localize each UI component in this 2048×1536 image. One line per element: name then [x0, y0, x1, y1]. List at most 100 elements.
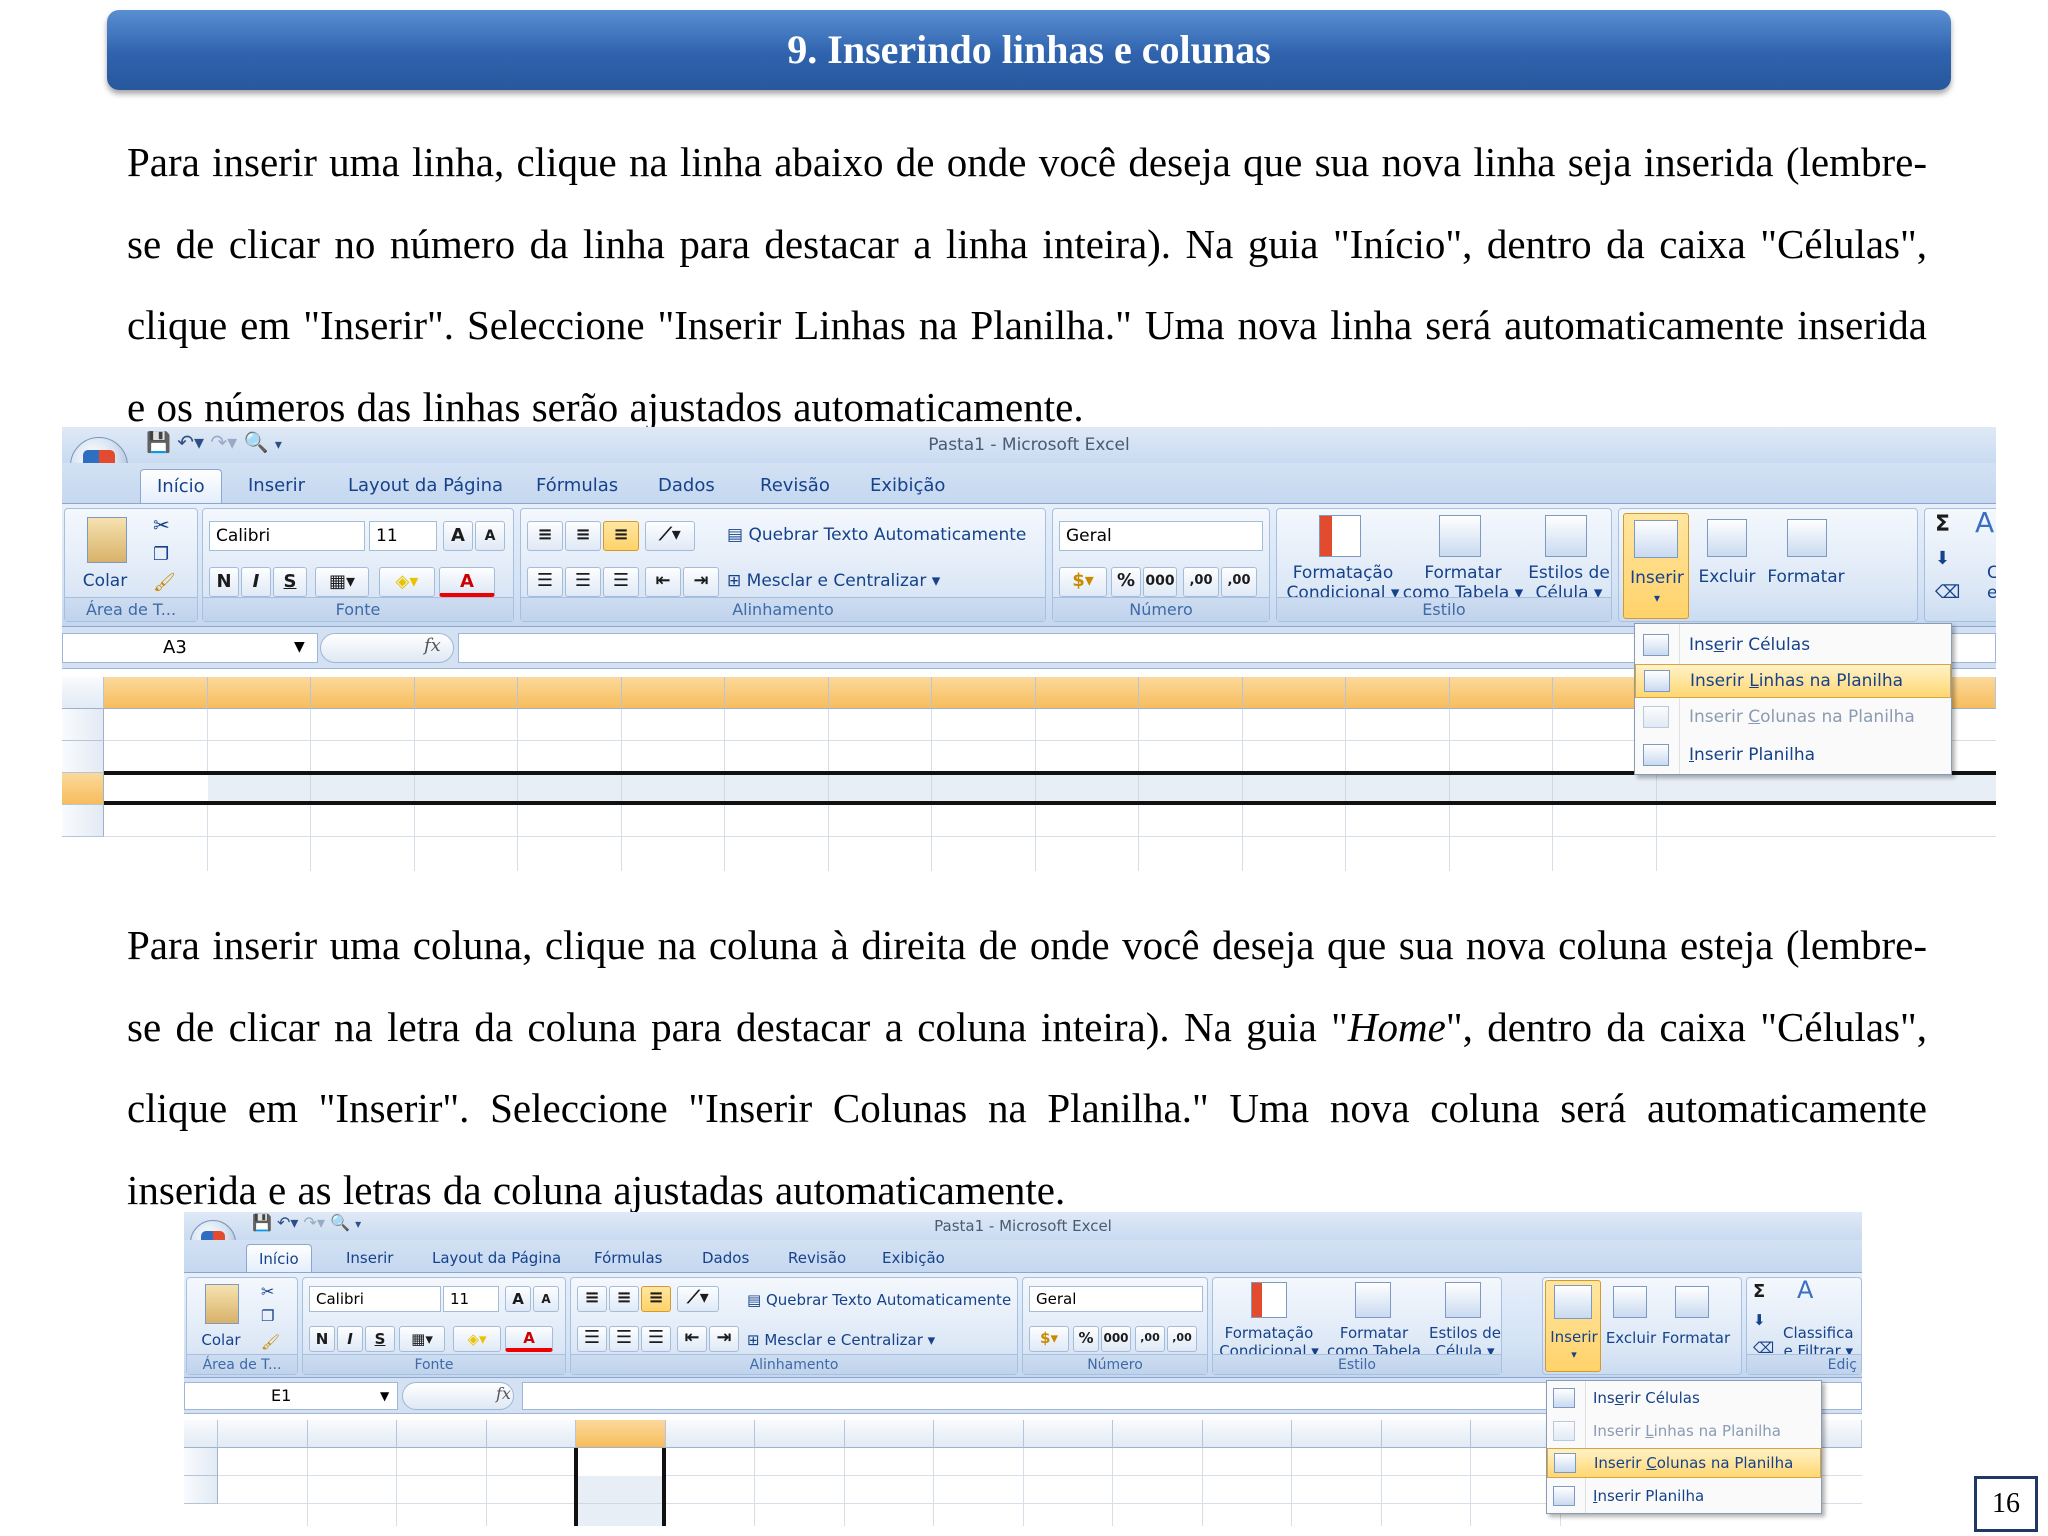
column-header-h[interactable]: [828, 677, 932, 709]
undo-icon[interactable]: ↶▾: [177, 430, 204, 454]
column-header-i[interactable]: [934, 1420, 1024, 1448]
decrease-decimal-button[interactable]: ,00: [1221, 567, 1257, 597]
customize-qat-icon[interactable]: ▾: [275, 437, 282, 453]
number-format-select[interactable]: Geral: [1059, 521, 1263, 551]
column-header-g[interactable]: [725, 677, 829, 709]
tab-revisao[interactable]: Revisão: [784, 1244, 850, 1272]
grow-font-button[interactable]: A: [505, 1286, 531, 1312]
fill-color-button[interactable]: ◈▾: [379, 567, 435, 597]
format-cells-icon[interactable]: [1675, 1286, 1709, 1318]
column-header-d[interactable]: [414, 677, 518, 709]
tab-exibicao[interactable]: Exibição: [878, 1244, 949, 1272]
align-center-icon[interactable]: ☰: [565, 567, 601, 597]
menu-item-insert-cells[interactable]: Inserir Células: [1635, 628, 1951, 662]
font-size-select[interactable]: 11: [443, 1286, 499, 1312]
row-header-4[interactable]: [62, 805, 104, 837]
select-all-corner[interactable]: [62, 677, 104, 709]
print-preview-icon[interactable]: 🔍: [330, 1213, 350, 1232]
paste-label[interactable]: Colar: [75, 571, 135, 591]
row-header-3[interactable]: [62, 773, 104, 805]
format-as-table-icon[interactable]: [1355, 1282, 1391, 1318]
cell-styles-icon[interactable]: [1545, 515, 1587, 557]
row-header-2[interactable]: [62, 741, 104, 773]
name-box-dropdown-icon[interactable]: ▼: [294, 637, 305, 657]
insert-button[interactable]: Inserir ▾: [1623, 513, 1689, 619]
column-header-j[interactable]: [1023, 1420, 1113, 1448]
delete-label[interactable]: Excluir: [1691, 567, 1763, 587]
currency-icon[interactable]: $▾: [1029, 1326, 1069, 1352]
name-box[interactable]: A3: [62, 633, 318, 663]
column-header-a[interactable]: [104, 677, 208, 709]
decrease-decimal-button[interactable]: ,00: [1167, 1326, 1197, 1352]
row-header-1[interactable]: [184, 1448, 218, 1476]
column-header-a[interactable]: [218, 1420, 308, 1448]
wrap-text-button[interactable]: ▤ Quebrar Texto Automaticamente: [727, 525, 1026, 545]
save-icon[interactable]: 💾: [252, 1213, 272, 1232]
borders-button[interactable]: ▦▾: [399, 1326, 445, 1352]
select-all-corner[interactable]: [184, 1420, 218, 1448]
print-preview-icon[interactable]: 🔍: [244, 430, 269, 454]
tab-exibicao[interactable]: Exibição: [866, 469, 949, 503]
bold-button[interactable]: N: [209, 567, 239, 597]
font-color-button[interactable]: A: [439, 567, 495, 597]
tab-inserir[interactable]: Inserir: [244, 469, 309, 503]
tab-revisao[interactable]: Revisão: [756, 469, 834, 503]
align-center-icon[interactable]: ☰: [609, 1326, 639, 1352]
thousands-button[interactable]: 000: [1143, 567, 1177, 597]
thousands-button[interactable]: 000: [1101, 1326, 1131, 1352]
font-name-select[interactable]: Calibri: [309, 1286, 441, 1312]
format-label[interactable]: Formatar: [1765, 567, 1847, 587]
merge-center-button[interactable]: ⊞ Mesclar e Centralizar ▾: [727, 571, 940, 591]
cut-icon[interactable]: ✂: [261, 1282, 274, 1302]
fill-icon[interactable]: ⬇: [1753, 1310, 1766, 1330]
column-header-b[interactable]: [307, 1420, 397, 1448]
italic-button[interactable]: I: [241, 567, 271, 597]
menu-item-insert-cells[interactable]: Inserir Células: [1547, 1383, 1821, 1413]
shrink-font-button[interactable]: A: [533, 1286, 559, 1312]
column-header-e[interactable]: [576, 1420, 666, 1448]
autosum-icon[interactable]: Σ: [1753, 1282, 1765, 1302]
customize-qat-icon[interactable]: ▾: [355, 1217, 361, 1231]
column-header-n[interactable]: [1449, 677, 1553, 709]
conditional-format-icon[interactable]: [1319, 515, 1361, 557]
tab-formulas[interactable]: Fórmulas: [532, 469, 622, 503]
column-header-j[interactable]: [1035, 677, 1139, 709]
copy-icon[interactable]: ❐: [153, 545, 169, 565]
align-left-icon[interactable]: ☰: [577, 1326, 607, 1352]
align-bottom-icon[interactable]: ≡: [641, 1286, 671, 1312]
font-name-select[interactable]: Calibri: [209, 521, 365, 551]
name-box-dropdown-icon[interactable]: ▼: [380, 1386, 389, 1406]
paste-label[interactable]: Colar: [193, 1330, 249, 1350]
name-box[interactable]: E1: [184, 1382, 398, 1410]
column-header-c[interactable]: [397, 1420, 487, 1448]
align-right-icon[interactable]: ☰: [603, 567, 639, 597]
save-icon[interactable]: 💾: [146, 430, 171, 454]
menu-item-insert-rows[interactable]: Inserir Linhas na Planilha: [1547, 1416, 1821, 1446]
merge-center-button[interactable]: ⊞ Mesclar e Centralizar ▾: [747, 1330, 935, 1350]
menu-item-insert-rows[interactable]: Inserir Linhas na Planilha: [1635, 664, 1951, 698]
align-middle-icon[interactable]: ≡: [609, 1286, 639, 1312]
format-as-table-icon[interactable]: [1439, 515, 1481, 557]
borders-button[interactable]: ▦▾: [315, 567, 369, 597]
bold-button[interactable]: N: [309, 1326, 335, 1352]
tab-dados[interactable]: Dados: [698, 1244, 753, 1272]
menu-item-insert-sheet[interactable]: Inserir Planilha: [1547, 1481, 1821, 1511]
cut-icon[interactable]: ✂: [153, 515, 170, 535]
increase-indent-icon[interactable]: ⇥: [709, 1326, 739, 1352]
format-painter-icon[interactable]: 🖌: [261, 1332, 280, 1352]
quick-access-toolbar[interactable]: 💾 ↶▾ ↷▾ 🔍 ▾: [252, 1213, 361, 1232]
row-header-1[interactable]: [62, 709, 104, 741]
row-header-2[interactable]: [184, 1476, 218, 1504]
font-color-button[interactable]: A: [505, 1326, 553, 1352]
sort-filter-label[interactable]: Classificae Filtrar: [1987, 563, 1996, 603]
tab-inserir[interactable]: Inserir: [342, 1244, 397, 1272]
tab-inicio[interactable]: Início: [140, 469, 222, 503]
tab-dados[interactable]: Dados: [654, 469, 719, 503]
underline-button[interactable]: S: [273, 567, 307, 597]
increase-decimal-button[interactable]: ,00: [1183, 567, 1219, 597]
underline-button[interactable]: S: [365, 1326, 395, 1352]
column-header-g[interactable]: [755, 1420, 845, 1448]
insert-button[interactable]: Inserir ▾: [1545, 1280, 1601, 1372]
fx-icon[interactable]: fx: [424, 635, 441, 656]
paste-icon[interactable]: [205, 1284, 239, 1324]
